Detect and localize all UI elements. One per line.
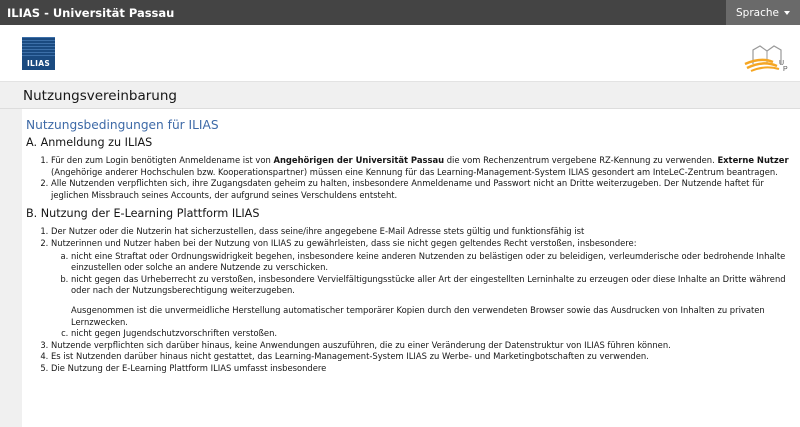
university-passau-logo[interactable]: U P (743, 38, 789, 72)
section-a-list: Für den zum Login benötigten Anmeldename… (26, 155, 800, 201)
text-segment: die vom Rechenzentrum vergebene RZ-Kennu… (444, 155, 718, 165)
page-title: Nutzungsvereinbarung (23, 88, 177, 104)
text-segment: (Angehörige anderer Hochschulen bzw. Koo… (51, 166, 778, 177)
top-navbar: ILIAS - Universität Passau Sprache (0, 0, 800, 25)
section-b-list: Der Nutzer oder die Nutzerin hat sicherz… (26, 226, 800, 374)
bold-segment: Externe Nutzer (717, 155, 789, 165)
sub-list-item: nicht eine Straftat oder Ordnungswidrigk… (71, 251, 800, 274)
text-segment: Für den zum Login benötigten Anmeldename… (51, 155, 274, 165)
terms-content: Nutzungsbedingungen für ILIAS A. Anmeldu… (22, 109, 800, 427)
sub-list-item-text: nicht gegen das Urheberrecht zu verstoße… (71, 273, 786, 296)
list-item: Die Nutzung der E-Learning Plattform ILI… (51, 363, 800, 375)
list-item: Nutzerinnen und Nutzer haben bei der Nut… (51, 238, 800, 340)
section-b-title: B. Nutzung der E-Learning Plattform ILIA… (26, 207, 260, 221)
list-item: Der Nutzer oder die Nutzerin hat sicherz… (51, 226, 800, 238)
terms-heading: Nutzungsbedingungen für ILIAS (26, 118, 219, 132)
list-item: Nutzende verpflichten sich darüber hinau… (51, 340, 800, 352)
list-item-text: Nutzerinnen und Nutzer haben bei der Nut… (51, 237, 637, 248)
list-item: Es ist Nutzenden darüber hinaus nicht ge… (51, 351, 800, 363)
sub-list-item: nicht gegen das Urheberrecht zu verstoße… (71, 274, 800, 328)
language-label: Sprache (736, 6, 779, 19)
list-item: Alle Nutzenden verpflichten sich, ihre Z… (51, 178, 800, 201)
ilias-logo-text: ILIAS (26, 59, 51, 68)
list-item: Für den zum Login benötigten Anmeldename… (51, 155, 800, 178)
section-a-title: A. Anmeldung zu ILIAS (26, 136, 153, 149)
bold-segment: Angehörigen der Universität Passau (273, 155, 445, 165)
caret-down-icon (784, 10, 790, 15)
ilias-logo-stripes (22, 37, 55, 57)
sub-list-item-note: Ausgenommen ist die unvermeidliche Herst… (71, 304, 765, 327)
ilias-logo[interactable]: ILIAS (22, 37, 55, 70)
sub-list: nicht eine Straftat oder Ordnungswidrigk… (51, 251, 800, 340)
language-dropdown[interactable]: Sprache (726, 0, 800, 25)
app-title[interactable]: ILIAS - Universität Passau (0, 6, 174, 20)
page-title-bar: Nutzungsvereinbarung (0, 82, 800, 109)
sub-list-item: nicht gegen Jugendschutzvorschriften ver… (71, 328, 800, 340)
header-logo-bar: ILIAS U P (0, 25, 800, 82)
svg-text:P: P (783, 66, 788, 72)
